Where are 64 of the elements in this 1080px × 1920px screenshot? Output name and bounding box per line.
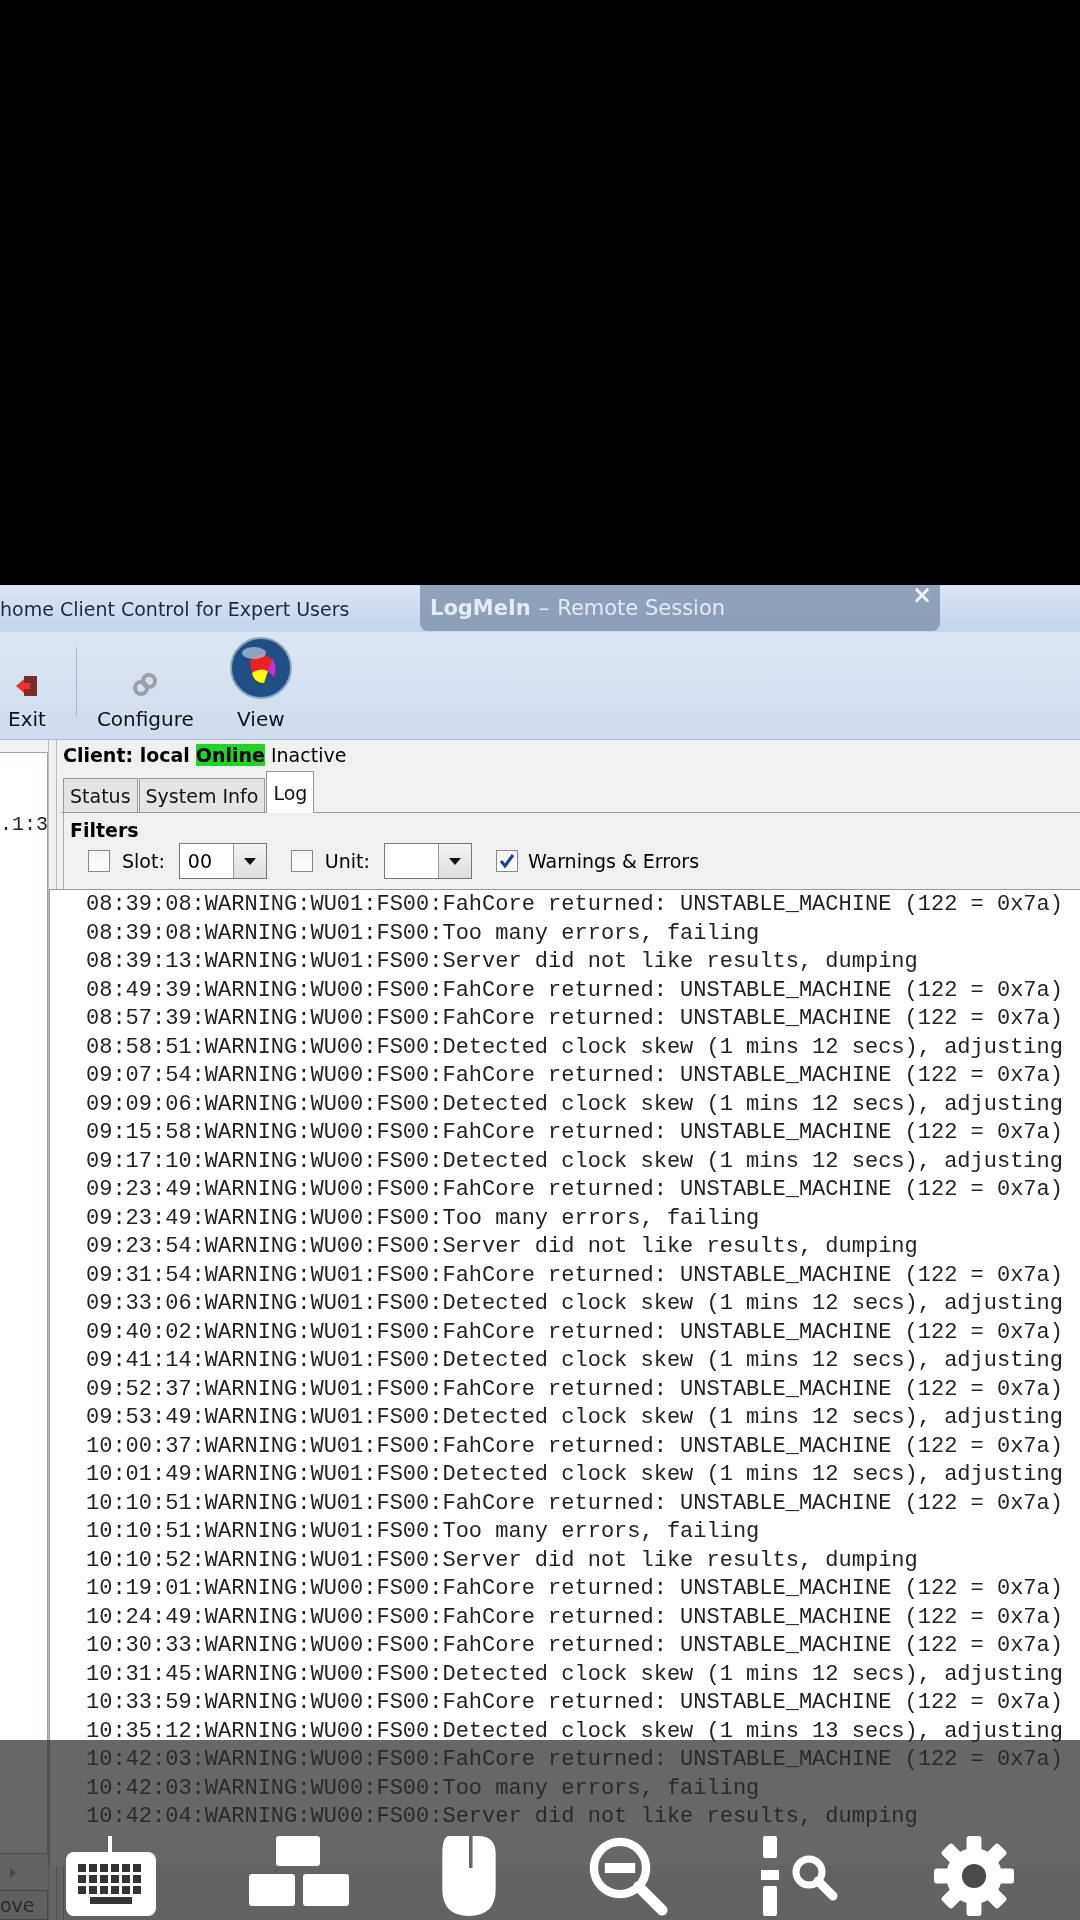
toolbar-button[interactable]: Exit [8,673,46,731]
checkbox[interactable] [290,850,313,872]
checkbox[interactable] [88,850,110,872]
checkbox[interactable] [495,850,518,872]
log-line: 10:00:37:WARNING:WU01:FS00:FahCore returned: UNSTABLE_MACHINE (122 = 0x7a) [86,1432,1064,1461]
log-line: 10:31:45:WARNING:WU00:FS00:Detected clock skew (1 mins 12 secs), adjusting [86,1660,1064,1689]
log-line: 08:39:08:WARNING:WU01:FS00:Too many errors, failing [86,919,761,948]
window-title: home Client Control for Expert Users [0,597,350,620]
warnings-label: Warnings & Errors [527,850,700,872]
separator-dash: – [538,596,550,620]
log-line: 09:52:37:WARNING:WU01:FS00:FahCore returned: UNSTABLE_MACHINE (122 = 0x7a) [86,1375,1064,1404]
globe-icon [229,637,292,699]
unit-dropdown[interactable] [383,843,472,879]
log-line: 09:23:49:WARNING:WU00:FS00:FahCore returned: UNSTABLE_MACHINE (122 = 0x7a) [86,1176,1064,1204]
caret-icon [243,857,256,865]
log-line: 09:23:54:WARNING:WU00:FS00:Server did not like results, dumping [86,1233,919,1261]
log-line: 09:40:02:WARNING:WU01:FS00:FahCore returned: UNSTABLE_MACHINE (122 = 0x7a) [86,1318,1064,1347]
log-line: 09:33:06:WARNING:WU01:FS00:Detected clock skew (1 mins 12 secs), adjusting [86,1290,1064,1318]
log-line: 09:23:49:WARNING:WU00:FS00:Too many errors, failing [86,1204,761,1233]
log-line: 08:57:39:WARNING:WU00:FS00:FahCore returned: UNSTABLE_MACHINE (122 = 0x7a) [86,1005,1064,1033]
log-line: 08:39:13:WARNING:WU01:FS00:Server did not like results, dumping [86,948,919,976]
log-line: 10:35:12:WARNING:WU00:FS00:Detected clock skew (1 mins 13 secs), adjusting [86,1717,1064,1746]
tab[interactable]: Status [63,778,138,812]
list-item[interactable]: .1:3 [0,813,47,836]
mouse-icon[interactable] [441,1836,496,1916]
log-line: 10:10:51:WARNING:WU01:FS00:FahCore returned: UNSTABLE_MACHINE (122 = 0x7a) [86,1489,1064,1518]
slot-label: Slot: [122,850,165,872]
client-state: Inactive [270,744,347,766]
chain-link-icon [131,671,160,699]
log-line: 10:01:49:WARNING:WU01:FS00:Detected clock skew (1 mins 12 secs), adjusting [86,1461,1064,1489]
log-line: 09:41:14:WARNING:WU01:FS00:Detected clock skew (1 mins 12 secs), adjusting [86,1347,1064,1375]
log-line: 08:39:08:WARNING:WU01:FS00:FahCore returned: UNSTABLE_MACHINE (122 = 0x7a) [86,891,1064,919]
toolbar-button[interactable]: View [229,637,292,731]
log-line: 10:24:49:WARNING:WU00:FS00:FahCore returned: UNSTABLE_MACHINE (122 = 0x7a) [86,1603,1064,1632]
log-line: 10:42:03:WARNING:WU00:FS00:FahCore returned: UNSTABLE_MACHINE (122 = 0x7a) [86,1746,1064,1774]
slot-dropdown[interactable]: 00 [178,843,267,879]
settings-icon[interactable] [933,1836,1014,1916]
log-line: 09:53:49:WARNING:WU01:FS00:Detected clock skew (1 mins 12 secs), adjusting [86,1404,1064,1432]
group-title: Filters [70,819,140,841]
tab[interactable]: Log [266,771,315,813]
log-line: 09:07:54:WARNING:WU00:FS00:FahCore returned: UNSTABLE_MACHINE (122 = 0x7a) [86,1062,1064,1090]
unit-label: Unit: [324,850,370,872]
client-label: Client: local [63,744,190,766]
log-line: 09:31:54:WARNING:WU01:FS00:FahCore returned: UNSTABLE_MACHINE (122 = 0x7a) [86,1261,1064,1290]
brand-name: LogMeIn [430,596,531,620]
log-line: 09:09:06:WARNING:WU00:FS00:Detected clock skew (1 mins 12 secs), adjusting [86,1090,1064,1119]
zoom-out-icon[interactable] [588,1836,669,1916]
log-line: 10:30:33:WARNING:WU00:FS00:FahCore returned: UNSTABLE_MACHINE (122 = 0x7a) [86,1632,1064,1660]
status-badge: Online [195,744,265,766]
log-line: 08:49:39:WARNING:WU00:FS00:FahCore returned: UNSTABLE_MACHINE (122 = 0x7a) [86,976,1064,1005]
log-line: 10:33:59:WARNING:WU00:FS00:FahCore returned: UNSTABLE_MACHINE (122 = 0x7a) [86,1689,1064,1717]
tab[interactable]: System Info [138,778,266,812]
log-line: 09:17:10:WARNING:WU00:FS00:Detected clock skew (1 mins 12 secs), adjusting [86,1147,1064,1176]
log-line: 09:15:58:WARNING:WU00:FS00:FahCore returned: UNSTABLE_MACHINE (122 = 0x7a) [86,1119,1064,1147]
keyboard-icon[interactable] [66,1836,157,1916]
log-line: 10:10:51:WARNING:WU01:FS00:Too many errors, failing [86,1518,761,1546]
session-label: Remote Session [557,596,726,620]
log-line: 10:19:01:WARNING:WU00:FS00:FahCore returned: UNSTABLE_MACHINE (122 = 0x7a) [86,1575,1064,1603]
log-line: 10:10:52:WARNING:WU01:FS00:Server did not like results, dumping [86,1546,919,1575]
log-line: 10:42:04:WARNING:WU00:FS00:Server did not like results, dumping [86,1803,919,1831]
caret-icon [448,857,461,865]
log-line: 10:42:03:WARNING:WU00:FS00:Too many errors, failing [86,1774,761,1803]
toolbar-button[interactable]: Configure [96,671,194,731]
log-line: 08:58:51:WARNING:WU00:FS00:Detected clock skew (1 mins 12 secs), adjusting [86,1033,1064,1062]
